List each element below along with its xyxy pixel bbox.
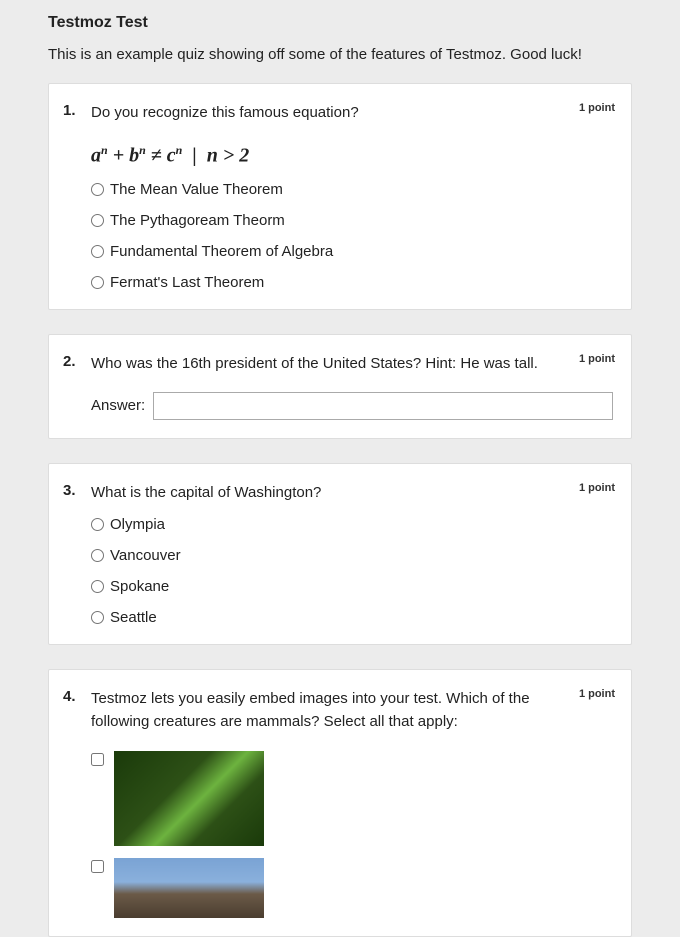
answer-label: Answer: [91,397,145,414]
points-badge: 1 point [579,102,615,114]
radio-input[interactable] [91,518,104,531]
radio-input[interactable] [91,245,104,258]
page-subtitle: This is an example quiz showing off some… [48,46,632,63]
option-row[interactable]: The Mean Value Theorem [91,181,613,198]
option-row[interactable]: Fundamental Theorem of Algebra [91,243,613,260]
question-text: Testmoz lets you easily embed images int… [91,688,613,733]
question-number: 4. [59,688,91,705]
option-label: The Mean Value Theorem [110,181,283,198]
question-number: 1. [59,102,91,119]
radio-input[interactable] [91,549,104,562]
option-label: Fermat's Last Theorem [110,274,264,291]
equation-display: an + bn ≠ cn | n > 2 [91,143,613,168]
option-row[interactable]: Spokane [91,578,613,595]
answer-input[interactable] [153,392,613,420]
radio-input[interactable] [91,611,104,624]
option-row[interactable]: Fermat's Last Theorem [91,274,613,291]
radio-input[interactable] [91,214,104,227]
option-row[interactable]: Vancouver [91,547,613,564]
option-row[interactable]: Seattle [91,609,613,626]
option-image-lizard [114,751,264,846]
question-card-2: 1 point 2. Who was the 16th president of… [48,334,632,439]
points-badge: 1 point [579,353,615,365]
question-card-1: 1 point 1. Do you recognize this famous … [48,83,632,310]
question-card-3: 1 point 3. What is the capital of Washin… [48,463,632,646]
question-text: What is the capital of Washington? [91,482,613,505]
checkbox-input[interactable] [91,860,104,873]
option-row[interactable]: The Pythagoream Theorm [91,212,613,229]
option-label: Olympia [110,516,165,533]
question-text: Who was the 16th president of the United… [91,353,613,376]
question-number: 3. [59,482,91,499]
page-title: Testmoz Test [48,14,632,32]
radio-input[interactable] [91,580,104,593]
option-label: The Pythagoream Theorm [110,212,285,229]
radio-input[interactable] [91,183,104,196]
option-image-row[interactable] [91,751,613,846]
option-row[interactable]: Olympia [91,516,613,533]
question-text: Do you recognize this famous equation? [91,102,613,125]
checkbox-input[interactable] [91,753,104,766]
option-image-bat [114,858,264,918]
option-label: Seattle [110,609,157,626]
radio-input[interactable] [91,276,104,289]
option-label: Spokane [110,578,169,595]
points-badge: 1 point [579,482,615,494]
question-card-4: 1 point 4. Testmoz lets you easily embed… [48,669,632,937]
question-number: 2. [59,353,91,370]
option-image-row[interactable] [91,858,613,918]
points-badge: 1 point [579,688,615,700]
option-label: Vancouver [110,547,181,564]
option-label: Fundamental Theorem of Algebra [110,243,333,260]
